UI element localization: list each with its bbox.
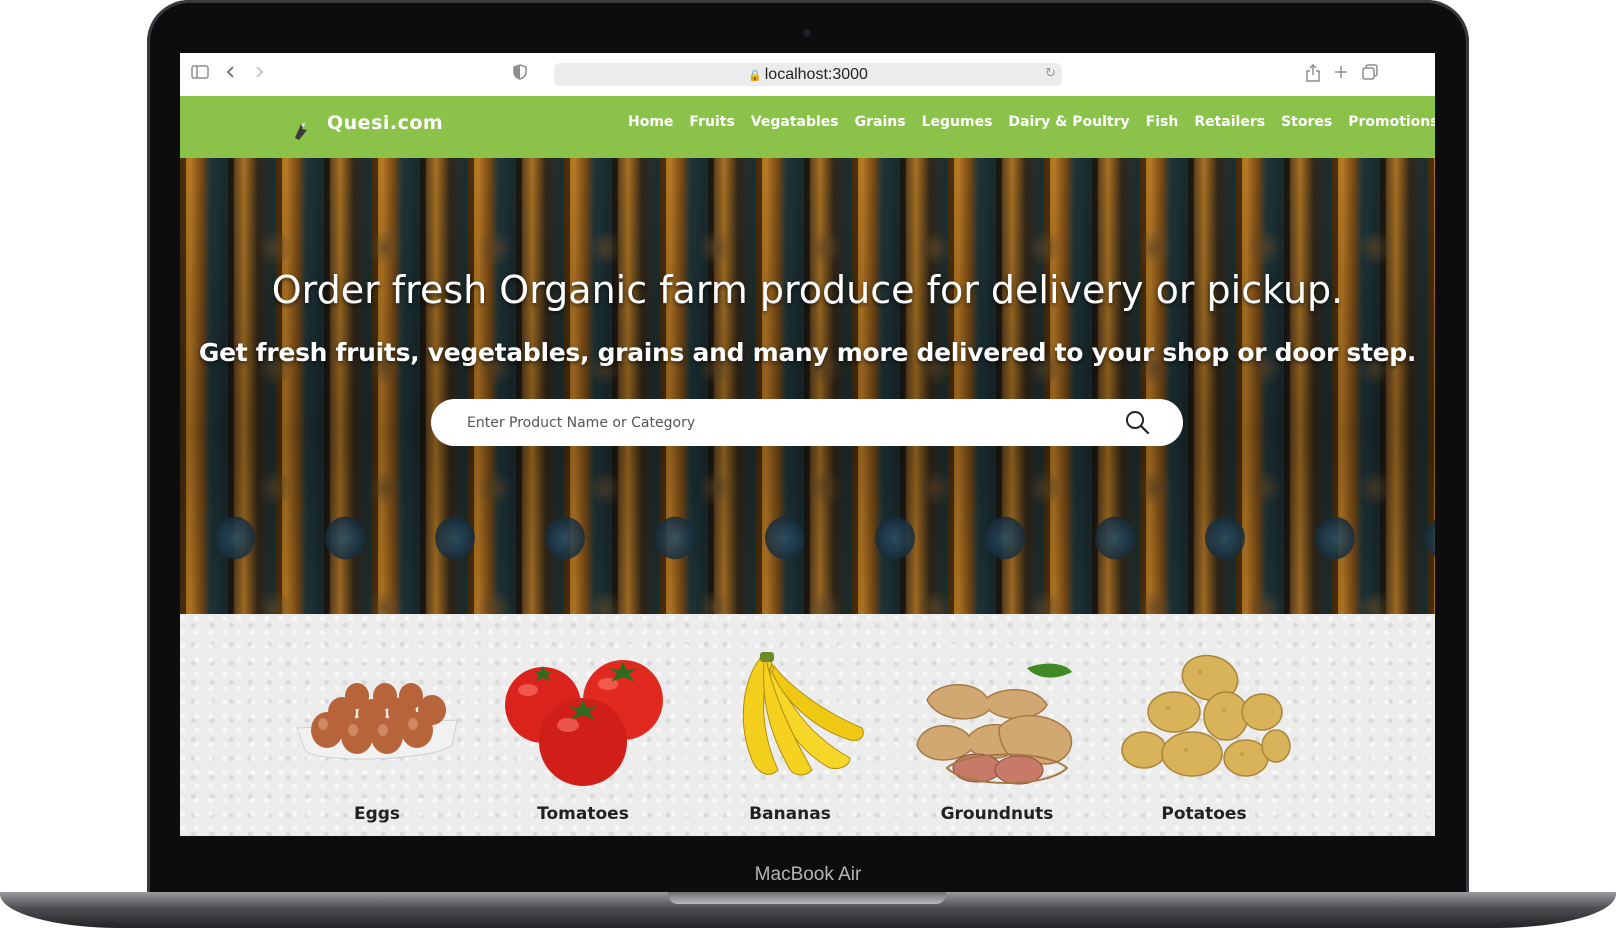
nav-dairy-poultry[interactable]: Dairy & Poultry <box>1008 114 1129 130</box>
search-bar <box>431 399 1183 446</box>
sidebar-icon[interactable] <box>190 64 210 84</box>
browser-toolbar: 🔒 localhost:3000 ↻ <box>180 53 1435 96</box>
tomatoes-image <box>493 650 673 795</box>
reload-icon[interactable]: ↻ <box>1045 66 1056 81</box>
back-icon[interactable] <box>221 64 241 84</box>
bananas-image <box>700 650 880 795</box>
nav-grains[interactable]: Grains <box>855 114 906 130</box>
hero-title: Order fresh Organic farm produce for del… <box>271 268 1344 312</box>
device-label: MacBook Air <box>754 864 862 885</box>
product-name: Tomatoes <box>537 804 629 824</box>
nav-fruits[interactable]: Fruits <box>689 114 734 130</box>
share-icon[interactable] <box>1303 63 1323 84</box>
logo-icon[interactable] <box>292 120 310 142</box>
nav-retailers[interactable]: Retailers <box>1194 114 1265 130</box>
nav-promotions[interactable]: Promotions <box>1348 114 1435 130</box>
new-tab-icon[interactable] <box>1331 64 1351 84</box>
logo-text[interactable]: Quesi.com <box>327 112 443 134</box>
search-input[interactable] <box>465 411 1089 435</box>
nav-legumes[interactable]: Legumes <box>922 114 993 130</box>
product-categories: Eggs Tomatoes Bananas Groundnuts Potatoe… <box>180 614 1435 836</box>
forward-icon[interactable] <box>249 64 269 84</box>
lock-icon: 🔒 <box>748 70 762 82</box>
nav-fish[interactable]: Fish <box>1146 114 1179 130</box>
product-name: Potatoes <box>1161 804 1247 824</box>
product-name: Groundnuts <box>940 804 1054 824</box>
product-card-bananas[interactable]: Bananas <box>690 614 890 836</box>
product-card-tomatoes[interactable]: Tomatoes <box>483 614 683 836</box>
search-icon[interactable] <box>1124 409 1150 435</box>
hero-subtitle: Get fresh fruits, vegetables, grains and… <box>198 338 1417 367</box>
potatoes-image <box>1114 650 1294 795</box>
address-bar[interactable]: 🔒 localhost:3000 ↻ <box>554 63 1062 86</box>
hero-overlay <box>180 158 1435 614</box>
hero-banner: Order fresh Organic farm produce for del… <box>180 158 1435 614</box>
shield-icon[interactable] <box>510 64 530 84</box>
eggs-image <box>287 650 467 795</box>
product-card-eggs[interactable]: Eggs <box>277 614 477 836</box>
browser-window: 🔒 localhost:3000 ↻ Quesi.com Home Fruits … <box>180 53 1435 836</box>
main-nav: Home Fruits Vegatables Grains Legumes Da… <box>628 114 1435 130</box>
product-card-potatoes[interactable]: Potatoes <box>1104 614 1304 836</box>
product-name: Eggs <box>353 804 401 824</box>
nav-vegatables[interactable]: Vegatables <box>751 114 839 130</box>
laptop-hinge <box>668 892 946 904</box>
product-name: Bananas <box>749 804 831 824</box>
url-text: localhost:3000 <box>764 66 868 83</box>
camera-icon <box>803 29 811 37</box>
nav-stores[interactable]: Stores <box>1281 114 1332 130</box>
nav-home[interactable]: Home <box>628 114 673 130</box>
site-header: Quesi.com Home Fruits Vegatables Grains … <box>180 96 1435 158</box>
tabs-icon[interactable] <box>1360 64 1380 84</box>
product-card-groundnuts[interactable]: Groundnuts <box>897 614 1097 836</box>
groundnuts-image <box>907 650 1087 795</box>
